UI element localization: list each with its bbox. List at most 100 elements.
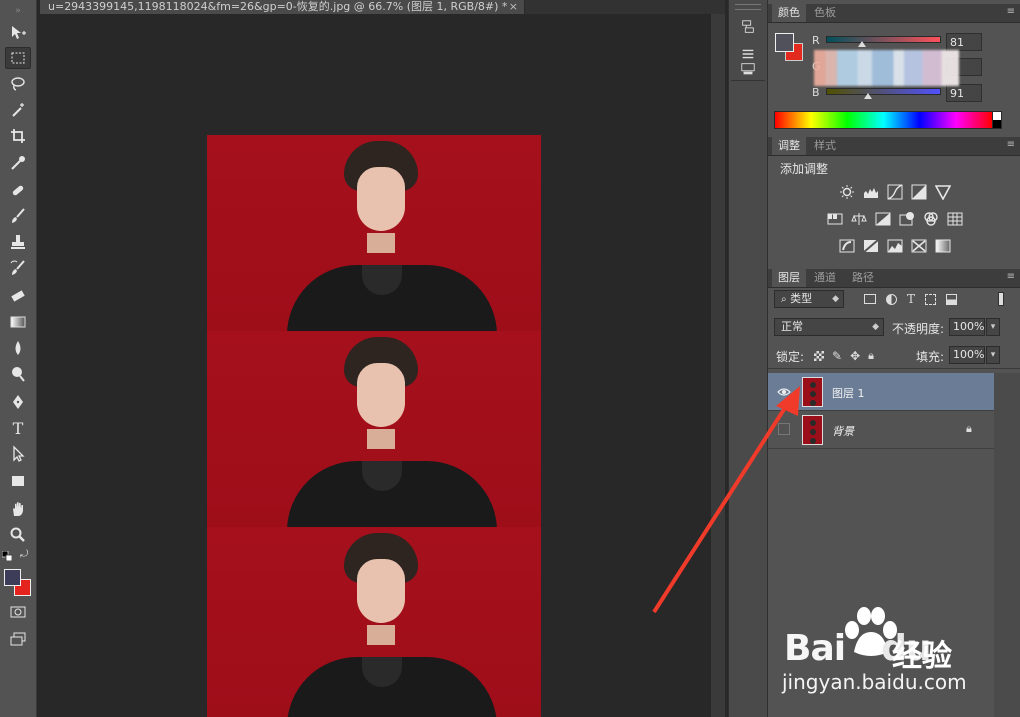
lock-position-icon[interactable]: ✥ [850,349,860,363]
canvas-scrollbar[interactable] [711,14,725,717]
channel-mixer-icon[interactable] [922,210,940,228]
type-icon[interactable]: T [5,417,31,439]
lock-icon: 🔒︎ [966,422,972,435]
layer-name[interactable]: 背景 [832,423,854,439]
panel-menu-icon[interactable]: ≡ [1007,6,1015,17]
marquee-icon[interactable] [5,47,31,69]
magic-wand-icon[interactable] [5,99,31,121]
dodge-icon[interactable] [5,363,31,385]
b-slider-handle[interactable] [864,93,872,99]
tab-layers[interactable]: 图层 [772,269,806,287]
fill-dropdown-icon[interactable]: ▾ [986,346,1000,364]
color-spectrum[interactable] [774,111,993,129]
blend-mode-select[interactable]: 正常 ◆ [774,318,884,336]
tab-channels[interactable]: 通道 [808,269,842,287]
b-value[interactable]: 91 [946,84,982,102]
lasso-icon[interactable] [5,73,31,95]
b-slider[interactable] [826,88,941,95]
invert-icon[interactable] [838,237,856,255]
tab-paths[interactable]: 路径 [846,269,880,287]
color-lookup-icon[interactable] [946,210,964,228]
b-label: B [812,86,820,99]
gradient-map-icon[interactable] [934,237,952,255]
layer-row-background[interactable]: 背景 🔒︎ [768,411,994,449]
document-title: u=2943399145,1198118024&fm=26&gp=0-恢复的.j… [48,0,508,13]
color-balance-icon[interactable] [850,210,868,228]
clone-stamp-icon[interactable] [5,231,31,253]
toolbar-grip[interactable]: » [5,4,31,18]
opacity-label: 不透明度: [892,322,945,336]
swap-colors-icon[interactable]: ⤾ [20,550,32,560]
lock-all-icon[interactable]: 🔒︎ [868,349,874,363]
panel-menu-icon[interactable]: ≡ [1007,139,1015,150]
smart-object-filter-icon[interactable] [946,293,958,305]
lock-transparent-icon[interactable] [814,351,824,361]
gradient-icon[interactable] [5,311,31,333]
dock-grip[interactable] [735,4,761,10]
tab-color[interactable]: 颜色 [772,4,806,22]
properties-panel-icon[interactable] [735,58,761,80]
shape-filter-icon[interactable] [925,293,937,305]
tab-styles[interactable]: 样式 [808,137,842,155]
lock-icons: ✎ ✥ 🔒︎ [814,349,884,363]
layer-thumbnail [802,415,823,445]
levels-icon[interactable] [862,183,880,201]
brush-icon[interactable] [5,205,31,227]
quick-mask-icon[interactable] [5,601,31,623]
black-white-icon[interactable] [874,210,892,228]
fill-input[interactable]: 100% [949,346,985,364]
eyedropper-icon[interactable] [5,152,31,174]
document-tab[interactable]: u=2943399145,1198118024&fm=26&gp=0-恢复的.j… [40,0,525,14]
default-colors-icon[interactable] [1,550,13,562]
eraser-icon[interactable] [5,284,31,306]
curves-icon[interactable] [886,183,904,201]
pen-icon[interactable] [5,391,31,413]
lock-pixels-icon[interactable]: ✎ [832,349,842,363]
screen-mode-icon[interactable] [5,628,31,650]
layer-thumbnail [802,377,823,407]
tab-swatches[interactable]: 色板 [808,4,842,22]
zoom-icon[interactable] [5,524,31,546]
crop-icon[interactable] [5,125,31,147]
opacity-dropdown-icon[interactable]: ▾ [986,318,1000,336]
eye-icon[interactable] [777,385,791,399]
hand-icon[interactable] [5,498,31,520]
selective-color-icon[interactable] [910,237,928,255]
close-tab-icon[interactable]: × [509,0,518,13]
path-selection-icon[interactable] [5,443,31,465]
layer-row-layer1[interactable]: 图层 1 [768,373,994,411]
panel-menu-icon[interactable]: ≡ [1007,271,1015,282]
photo-frame [207,331,541,531]
hue-saturation-icon[interactable] [826,210,844,228]
r-value[interactable]: 81 [946,33,982,51]
visibility-toggle[interactable] [778,423,790,435]
document-image[interactable] [207,135,541,717]
rectangle-icon[interactable] [5,470,31,492]
history-brush-icon[interactable] [5,257,31,279]
opacity-input[interactable]: 100% [949,318,985,336]
r-slider-handle[interactable] [858,41,866,47]
posterize-icon[interactable] [862,237,880,255]
layer-name[interactable]: 图层 1 [832,385,865,401]
move-icon[interactable] [5,22,31,44]
filter-toggle[interactable] [998,292,1004,306]
color-panel-fg-swatch[interactable] [775,33,794,52]
vibrance-icon[interactable] [934,183,952,201]
tab-adjustments[interactable]: 调整 [772,137,806,155]
layers-scrollbar[interactable] [994,373,1020,717]
type-filter-icon[interactable]: T [907,292,915,306]
photo-filter-icon[interactable] [898,210,916,228]
panel-dock [728,0,767,717]
spectrum-black-white[interactable] [992,111,1002,129]
adjustment-filter-icon[interactable] [886,293,897,305]
layer-filter-select[interactable]: ⌕ 类型 ◆ [774,290,844,308]
exposure-icon[interactable] [910,183,928,201]
threshold-icon[interactable] [886,237,904,255]
brightness-contrast-icon[interactable] [838,183,856,201]
foreground-color-swatch[interactable] [4,569,21,586]
healing-brush-icon[interactable] [5,179,31,201]
history-panel-icon[interactable] [735,16,761,38]
r-slider[interactable] [826,36,941,43]
image-filter-icon[interactable] [864,294,876,304]
blur-icon[interactable] [5,337,31,359]
